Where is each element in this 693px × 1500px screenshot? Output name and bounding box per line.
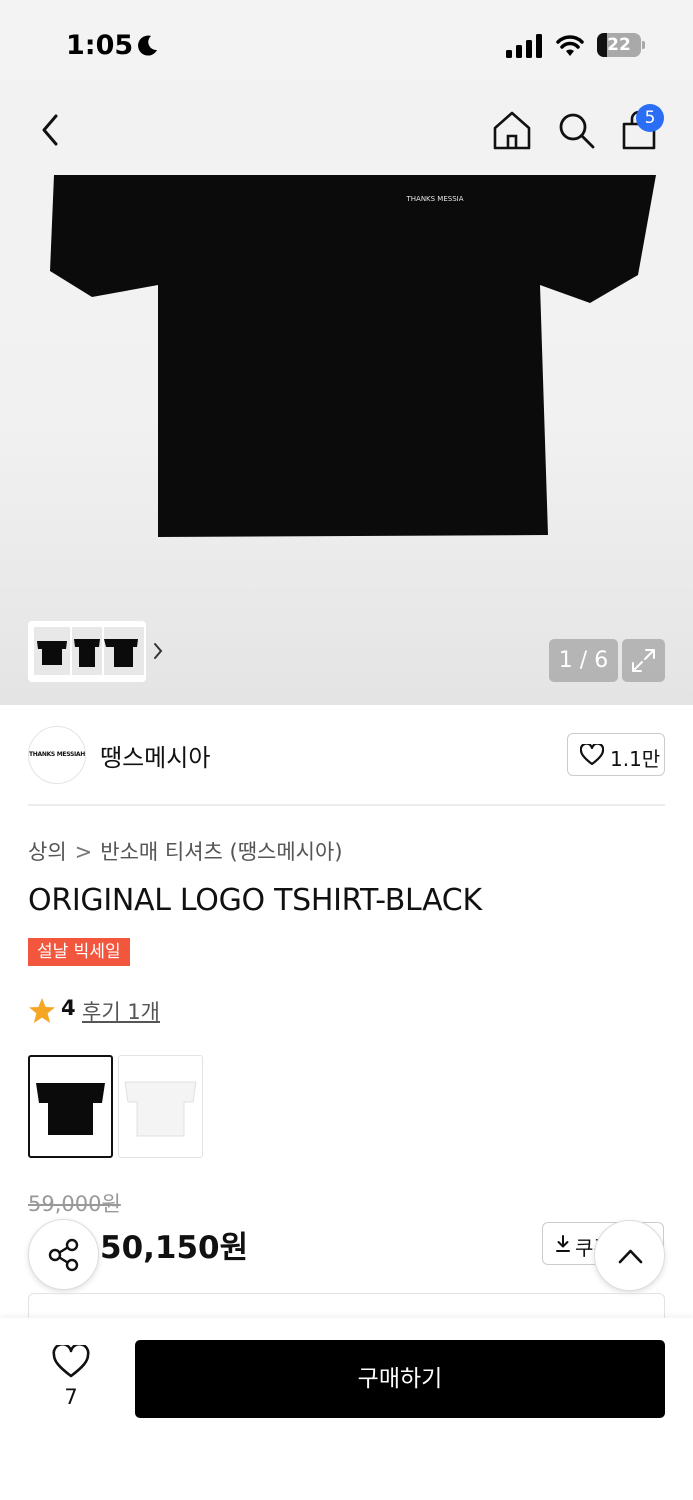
brand-like-button[interactable]: 1.1만	[567, 733, 665, 776]
chevron-right-icon[interactable]	[152, 641, 164, 661]
white-tshirt-thumbnail	[124, 1081, 197, 1137]
expand-icon	[632, 649, 655, 672]
battery-icon: 22	[597, 33, 645, 57]
moon-icon	[138, 35, 157, 56]
share-button[interactable]	[28, 1219, 99, 1290]
star-icon	[29, 998, 55, 1023]
sale-price: 50,150원	[100, 1230, 249, 1266]
brand-like-count: 1.1만	[610, 747, 661, 771]
chevron-right-icon: >	[74, 840, 93, 864]
scroll-to-top-button[interactable]	[594, 1220, 665, 1291]
thumbnail-strip[interactable]	[28, 621, 163, 682]
brand-logo[interactable]: THANKS MESSIAH	[28, 726, 86, 784]
top-nav-bar	[0, 100, 693, 160]
breadcrumb: 상의 > 반소매 티셔츠 (땡스메시아)	[28, 836, 343, 866]
product-title: ORIGINAL LOGO TSHIRT-BLACK	[28, 883, 482, 918]
color-option-black[interactable]	[28, 1055, 113, 1158]
download-icon	[556, 1235, 570, 1252]
heart-icon[interactable]	[52, 1345, 90, 1379]
cart-count-badge: 5	[636, 104, 664, 132]
thumbnail-2[interactable]	[72, 627, 102, 675]
original-price: 59,000원	[28, 1192, 121, 1216]
divider	[28, 804, 665, 806]
sale-badge: 설날 빅세일	[28, 938, 130, 966]
product-image-print: THANKS MESSIA	[405, 195, 463, 203]
expand-button[interactable]	[622, 639, 665, 682]
wishlist-count: 7	[64, 1385, 78, 1409]
search-icon[interactable]	[555, 108, 597, 152]
rating-value: 4	[61, 996, 76, 1020]
product-gallery[interactable]: 1:05 22 5 THANKS MESSIA 1 / 6	[0, 0, 693, 705]
product-image[interactable]: THANKS MESSIA	[50, 175, 660, 550]
back-arrow-icon[interactable]	[34, 110, 68, 150]
chevron-up-icon	[618, 1249, 643, 1264]
thumbnail-1[interactable]	[34, 627, 70, 675]
breadcrumb-item[interactable]: 상의	[28, 840, 67, 864]
image-page-indicator: 1 / 6	[549, 639, 618, 682]
black-tshirt-thumbnail	[36, 1083, 105, 1135]
status-time: 1:05	[66, 30, 134, 61]
battery-level: 22	[607, 35, 631, 55]
share-icon	[48, 1238, 79, 1272]
color-option-white[interactable]	[118, 1055, 203, 1158]
thumbnail-3[interactable]	[104, 627, 144, 675]
brand-name[interactable]: 땡스메시아	[100, 738, 210, 773]
breadcrumb-item[interactable]: 반소매 티셔츠 (땡스메시아)	[100, 840, 342, 864]
wifi-icon	[556, 35, 584, 56]
home-icon[interactable]	[491, 108, 533, 152]
signal-icon	[506, 34, 542, 58]
review-link[interactable]: 후기 1개	[82, 996, 160, 1026]
buy-button[interactable]: 구매하기	[135, 1340, 665, 1418]
heart-icon	[580, 744, 604, 766]
status-bar: 1:05 22	[0, 0, 693, 90]
